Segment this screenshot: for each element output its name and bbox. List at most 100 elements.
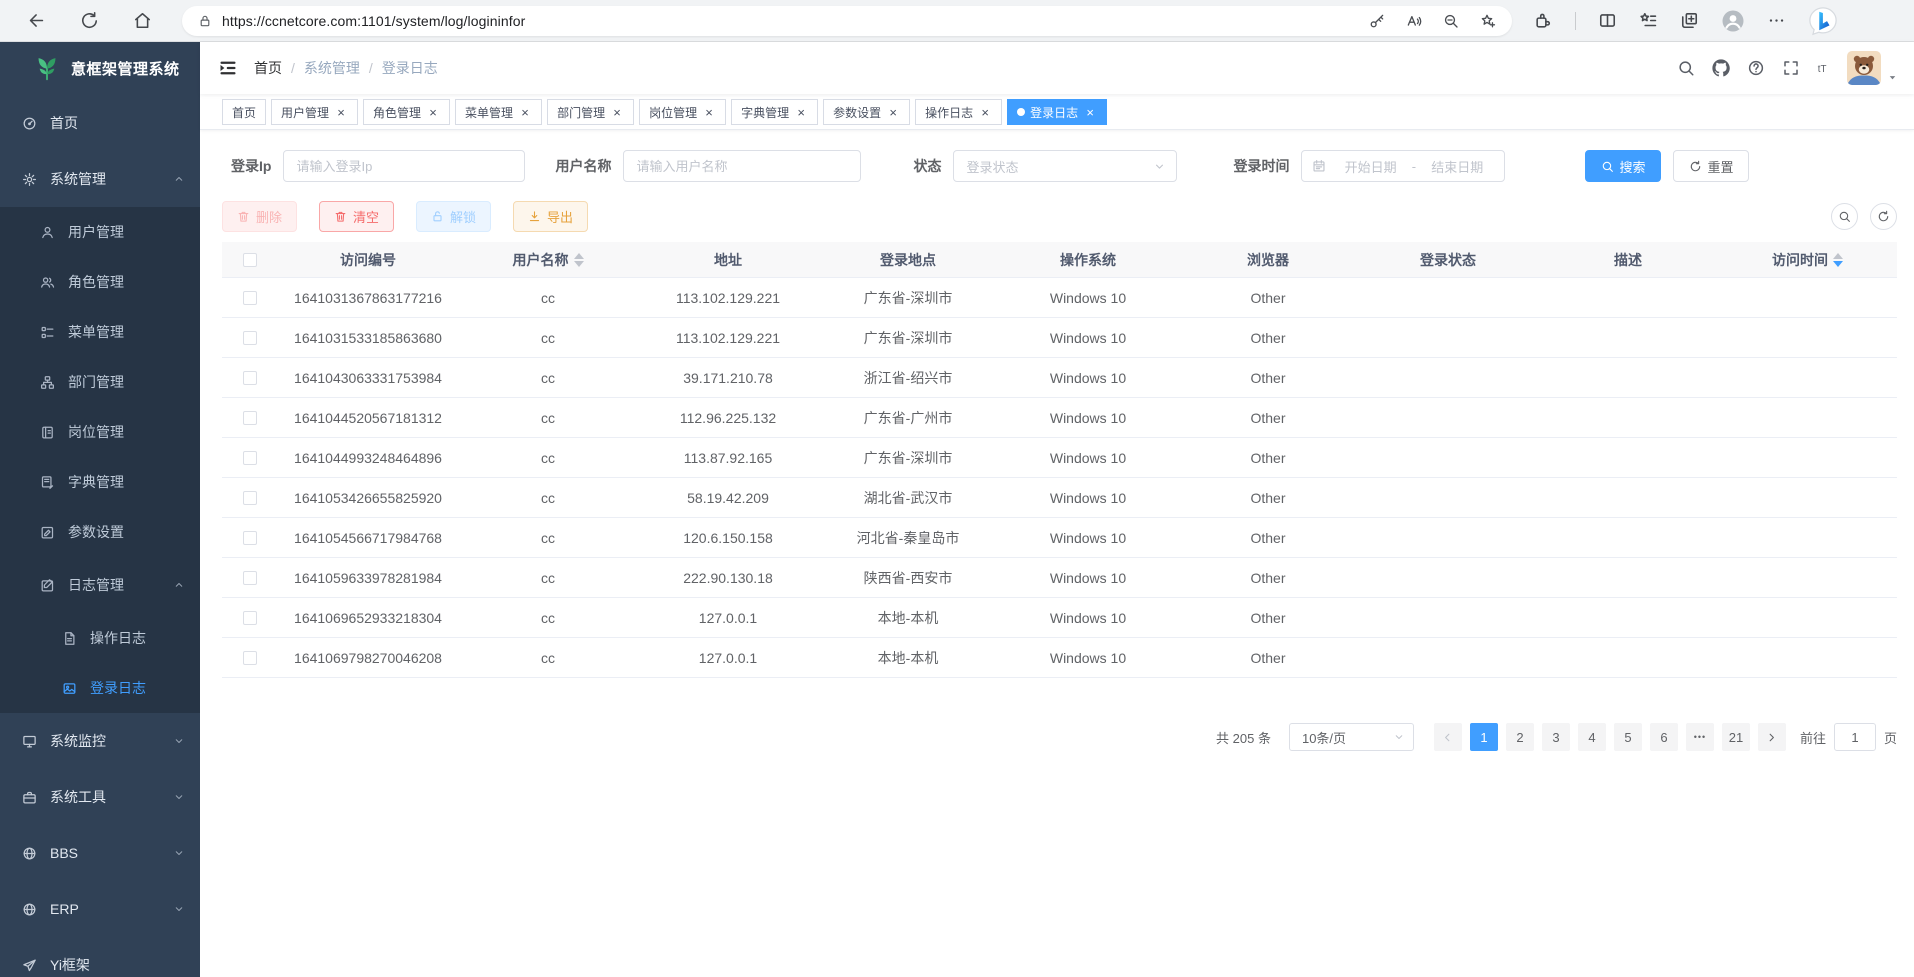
split-screen-icon[interactable] <box>1598 11 1617 30</box>
refresh-table-button[interactable] <box>1870 203 1897 230</box>
column-header[interactable]: 操作系统 <box>998 250 1178 270</box>
close-icon[interactable]: × <box>334 105 348 119</box>
tab-item[interactable]: 岗位管理× <box>639 99 726 125</box>
row-checkbox[interactable] <box>243 531 257 545</box>
tab-item[interactable]: 参数设置× <box>823 99 910 125</box>
column-header[interactable]: 浏览器 <box>1178 250 1358 270</box>
column-header[interactable]: 登录状态 <box>1358 250 1538 270</box>
back-icon[interactable] <box>27 11 46 30</box>
breadcrumb-item-system[interactable]: 系统管理 <box>304 58 360 78</box>
goto-page-input[interactable] <box>1834 723 1876 751</box>
column-header[interactable]: 访问编号 <box>278 250 458 270</box>
row-checkbox[interactable] <box>243 451 257 465</box>
tab-item[interactable]: 首页 <box>222 99 266 125</box>
more-pages-button[interactable]: ••• <box>1686 723 1714 751</box>
hamburger-icon[interactable] <box>218 58 238 78</box>
fullscreen-icon[interactable] <box>1782 59 1800 77</box>
sidebar-item[interactable]: 菜单管理 <box>0 307 200 357</box>
home-icon[interactable] <box>133 11 152 30</box>
sidebar-item[interactable]: 参数设置 <box>0 507 200 557</box>
collections-icon[interactable] <box>1680 11 1699 30</box>
sidebar-item[interactable]: ERP <box>0 881 200 937</box>
page-button[interactable]: 5 <box>1614 723 1642 751</box>
row-checkbox[interactable] <box>243 331 257 345</box>
font-size-icon[interactable]: tT <box>1817 59 1835 77</box>
close-icon[interactable]: × <box>518 105 532 119</box>
login-ip-input[interactable] <box>283 150 525 182</box>
breadcrumb-item-home[interactable]: 首页 <box>254 58 282 78</box>
favorite-add-icon[interactable] <box>1480 13 1496 29</box>
search-icon[interactable] <box>1677 59 1695 77</box>
page-button[interactable]: 6 <box>1650 723 1678 751</box>
page-button[interactable]: 4 <box>1578 723 1606 751</box>
user-avatar[interactable] <box>1847 51 1898 85</box>
tab-item[interactable]: 字典管理× <box>731 99 818 125</box>
page-size-select[interactable]: 10条/页 <box>1289 723 1414 751</box>
column-header[interactable]: 访问时间 <box>1718 250 1897 270</box>
tab-item[interactable]: 操作日志× <box>915 99 1002 125</box>
sidebar-item[interactable]: 系统工具 <box>0 769 200 825</box>
column-header[interactable]: 地址 <box>638 250 818 270</box>
sidebar-item[interactable]: 系统管理 <box>0 151 200 207</box>
close-icon[interactable]: × <box>886 105 900 119</box>
sidebar-item[interactable]: BBS <box>0 825 200 881</box>
sidebar-item[interactable]: 用户管理 <box>0 207 200 257</box>
row-checkbox[interactable] <box>243 611 257 625</box>
close-icon[interactable]: × <box>426 105 440 119</box>
next-page-button[interactable] <box>1758 723 1786 751</box>
tab-item[interactable]: 用户管理× <box>271 99 358 125</box>
tab-item[interactable]: 部门管理× <box>547 99 634 125</box>
sidebar-item[interactable]: 首页 <box>0 95 200 151</box>
sidebar-item[interactable]: 岗位管理 <box>0 407 200 457</box>
row-checkbox[interactable] <box>243 411 257 425</box>
refresh-icon[interactable] <box>80 11 99 30</box>
search-button[interactable]: 搜索 <box>1585 150 1661 182</box>
bing-icon[interactable] <box>1808 6 1838 36</box>
close-icon[interactable]: × <box>702 105 716 119</box>
row-checkbox[interactable] <box>243 291 257 305</box>
page-button[interactable]: 1 <box>1470 723 1498 751</box>
key-icon[interactable] <box>1369 13 1385 29</box>
date-range-picker[interactable]: 开始日期 - 结束日期 <box>1301 150 1505 182</box>
sidebar-item[interactable]: 字典管理 <box>0 457 200 507</box>
close-icon[interactable]: × <box>978 105 992 119</box>
username-input[interactable] <box>623 150 861 182</box>
page-button[interactable]: 2 <box>1506 723 1534 751</box>
close-icon[interactable]: × <box>610 105 624 119</box>
sidebar-item[interactable]: 操作日志 <box>0 613 200 663</box>
tab-item[interactable]: 登录日志× <box>1007 99 1107 125</box>
sort-carets-icon[interactable] <box>1833 253 1843 267</box>
sidebar-item[interactable]: Yi框架 <box>0 937 200 977</box>
sidebar-item[interactable]: 日志管理 <box>0 557 200 613</box>
favorites-icon[interactable] <box>1639 11 1658 30</box>
select-all-checkbox[interactable] <box>243 253 257 267</box>
delete-button[interactable]: 删除 <box>222 201 297 232</box>
sidebar-item[interactable]: 部门管理 <box>0 357 200 407</box>
row-checkbox[interactable] <box>243 491 257 505</box>
search-toggle-button[interactable] <box>1831 203 1858 230</box>
previous-page-button[interactable] <box>1434 723 1462 751</box>
clear-button[interactable]: 清空 <box>319 201 394 232</box>
status-select[interactable]: 登录状态 <box>953 150 1177 182</box>
tab-item[interactable]: 菜单管理× <box>455 99 542 125</box>
column-header[interactable]: 登录地点 <box>818 250 998 270</box>
sort-carets-icon[interactable] <box>574 253 584 267</box>
more-icon[interactable] <box>1767 11 1786 30</box>
column-header[interactable]: 用户名称 <box>458 250 638 270</box>
extensions-icon[interactable] <box>1534 11 1553 30</box>
address-bar[interactable]: https://ccnetcore.com:1101/system/log/lo… <box>182 6 1512 36</box>
close-icon[interactable]: × <box>1083 105 1097 119</box>
read-aloud-icon[interactable] <box>1406 13 1422 29</box>
profile-icon[interactable] <box>1721 9 1745 33</box>
page-button[interactable]: 3 <box>1542 723 1570 751</box>
page-button[interactable]: 21 <box>1722 723 1750 751</box>
help-icon[interactable] <box>1747 59 1765 77</box>
zoom-out-icon[interactable] <box>1443 13 1459 29</box>
row-checkbox[interactable] <box>243 371 257 385</box>
reset-button[interactable]: 重置 <box>1673 150 1749 182</box>
tab-item[interactable]: 角色管理× <box>363 99 450 125</box>
row-checkbox[interactable] <box>243 651 257 665</box>
unlock-button[interactable]: 解锁 <box>416 201 491 232</box>
close-icon[interactable]: × <box>794 105 808 119</box>
export-button[interactable]: 导出 <box>513 201 588 232</box>
